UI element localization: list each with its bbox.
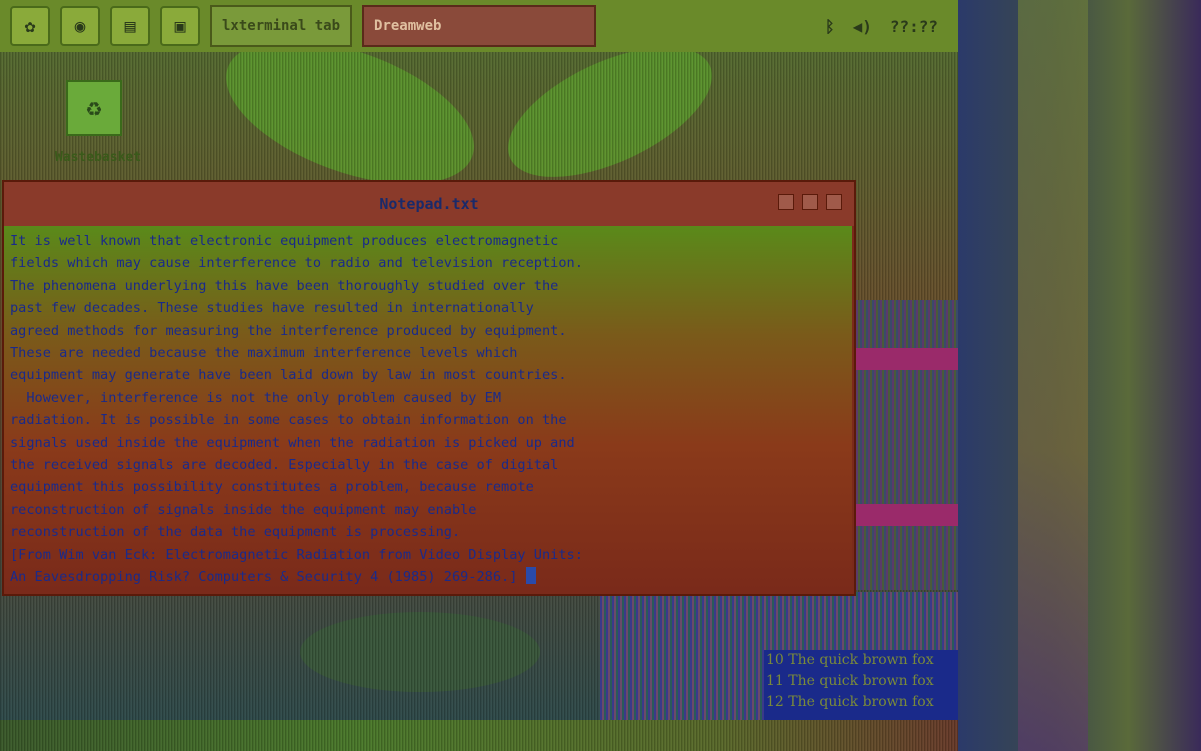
browser-icon[interactable]: ◉ <box>60 6 100 46</box>
font-sample-line: 10 The quick brown fox <box>766 652 934 668</box>
task-button-terminal[interactable]: lxterminal tab <box>210 5 353 47</box>
window-titlebar[interactable]: Notepad.txt <box>4 182 854 226</box>
task-label: Dreamweb <box>374 18 442 34</box>
clock[interactable]: ??:?? <box>890 17 938 36</box>
font-sample-window[interactable]: 10 The quick brown fox 11 The quick brow… <box>764 650 958 720</box>
system-tray: ᛒ ◀) ??:?? <box>825 17 938 36</box>
maximize-icon[interactable] <box>802 194 818 210</box>
notepad-window[interactable]: Notepad.txt It is well known that electr… <box>2 180 856 596</box>
trash-icon[interactable]: ♻ <box>66 80 122 136</box>
terminal-icon[interactable]: ▣ <box>160 6 200 46</box>
close-icon[interactable] <box>826 194 842 210</box>
taskbar: ✿ ◉ ▤ ▣ lxterminal tab Dreamweb ᛒ ◀) ??:… <box>0 0 958 52</box>
desktop-icon-label: Wastebasket <box>54 150 142 165</box>
minimize-icon[interactable] <box>778 194 794 210</box>
window-controls <box>778 194 842 210</box>
bluetooth-icon[interactable]: ᛒ <box>825 17 835 36</box>
window-title: Notepad.txt <box>379 195 479 213</box>
document-text: It is well known that electronic equipme… <box>10 233 583 586</box>
window-band <box>854 504 958 526</box>
background-window[interactable] <box>854 300 958 590</box>
font-sample-line: 12 The quick brown fox <box>766 694 934 710</box>
files-icon[interactable]: ▤ <box>110 6 150 46</box>
volume-icon[interactable]: ◀) <box>853 17 872 36</box>
start-icon[interactable]: ✿ <box>10 6 50 46</box>
task-label: lxterminal tab <box>222 18 341 34</box>
font-sample-line: 11 The quick brown fox <box>766 673 934 689</box>
text-cursor <box>525 567 536 585</box>
task-button-notepad[interactable]: Dreamweb <box>362 5 597 47</box>
text-area[interactable]: It is well known that electronic equipme… <box>4 226 852 592</box>
window-band <box>854 348 958 370</box>
right-side-panel <box>958 0 1201 751</box>
